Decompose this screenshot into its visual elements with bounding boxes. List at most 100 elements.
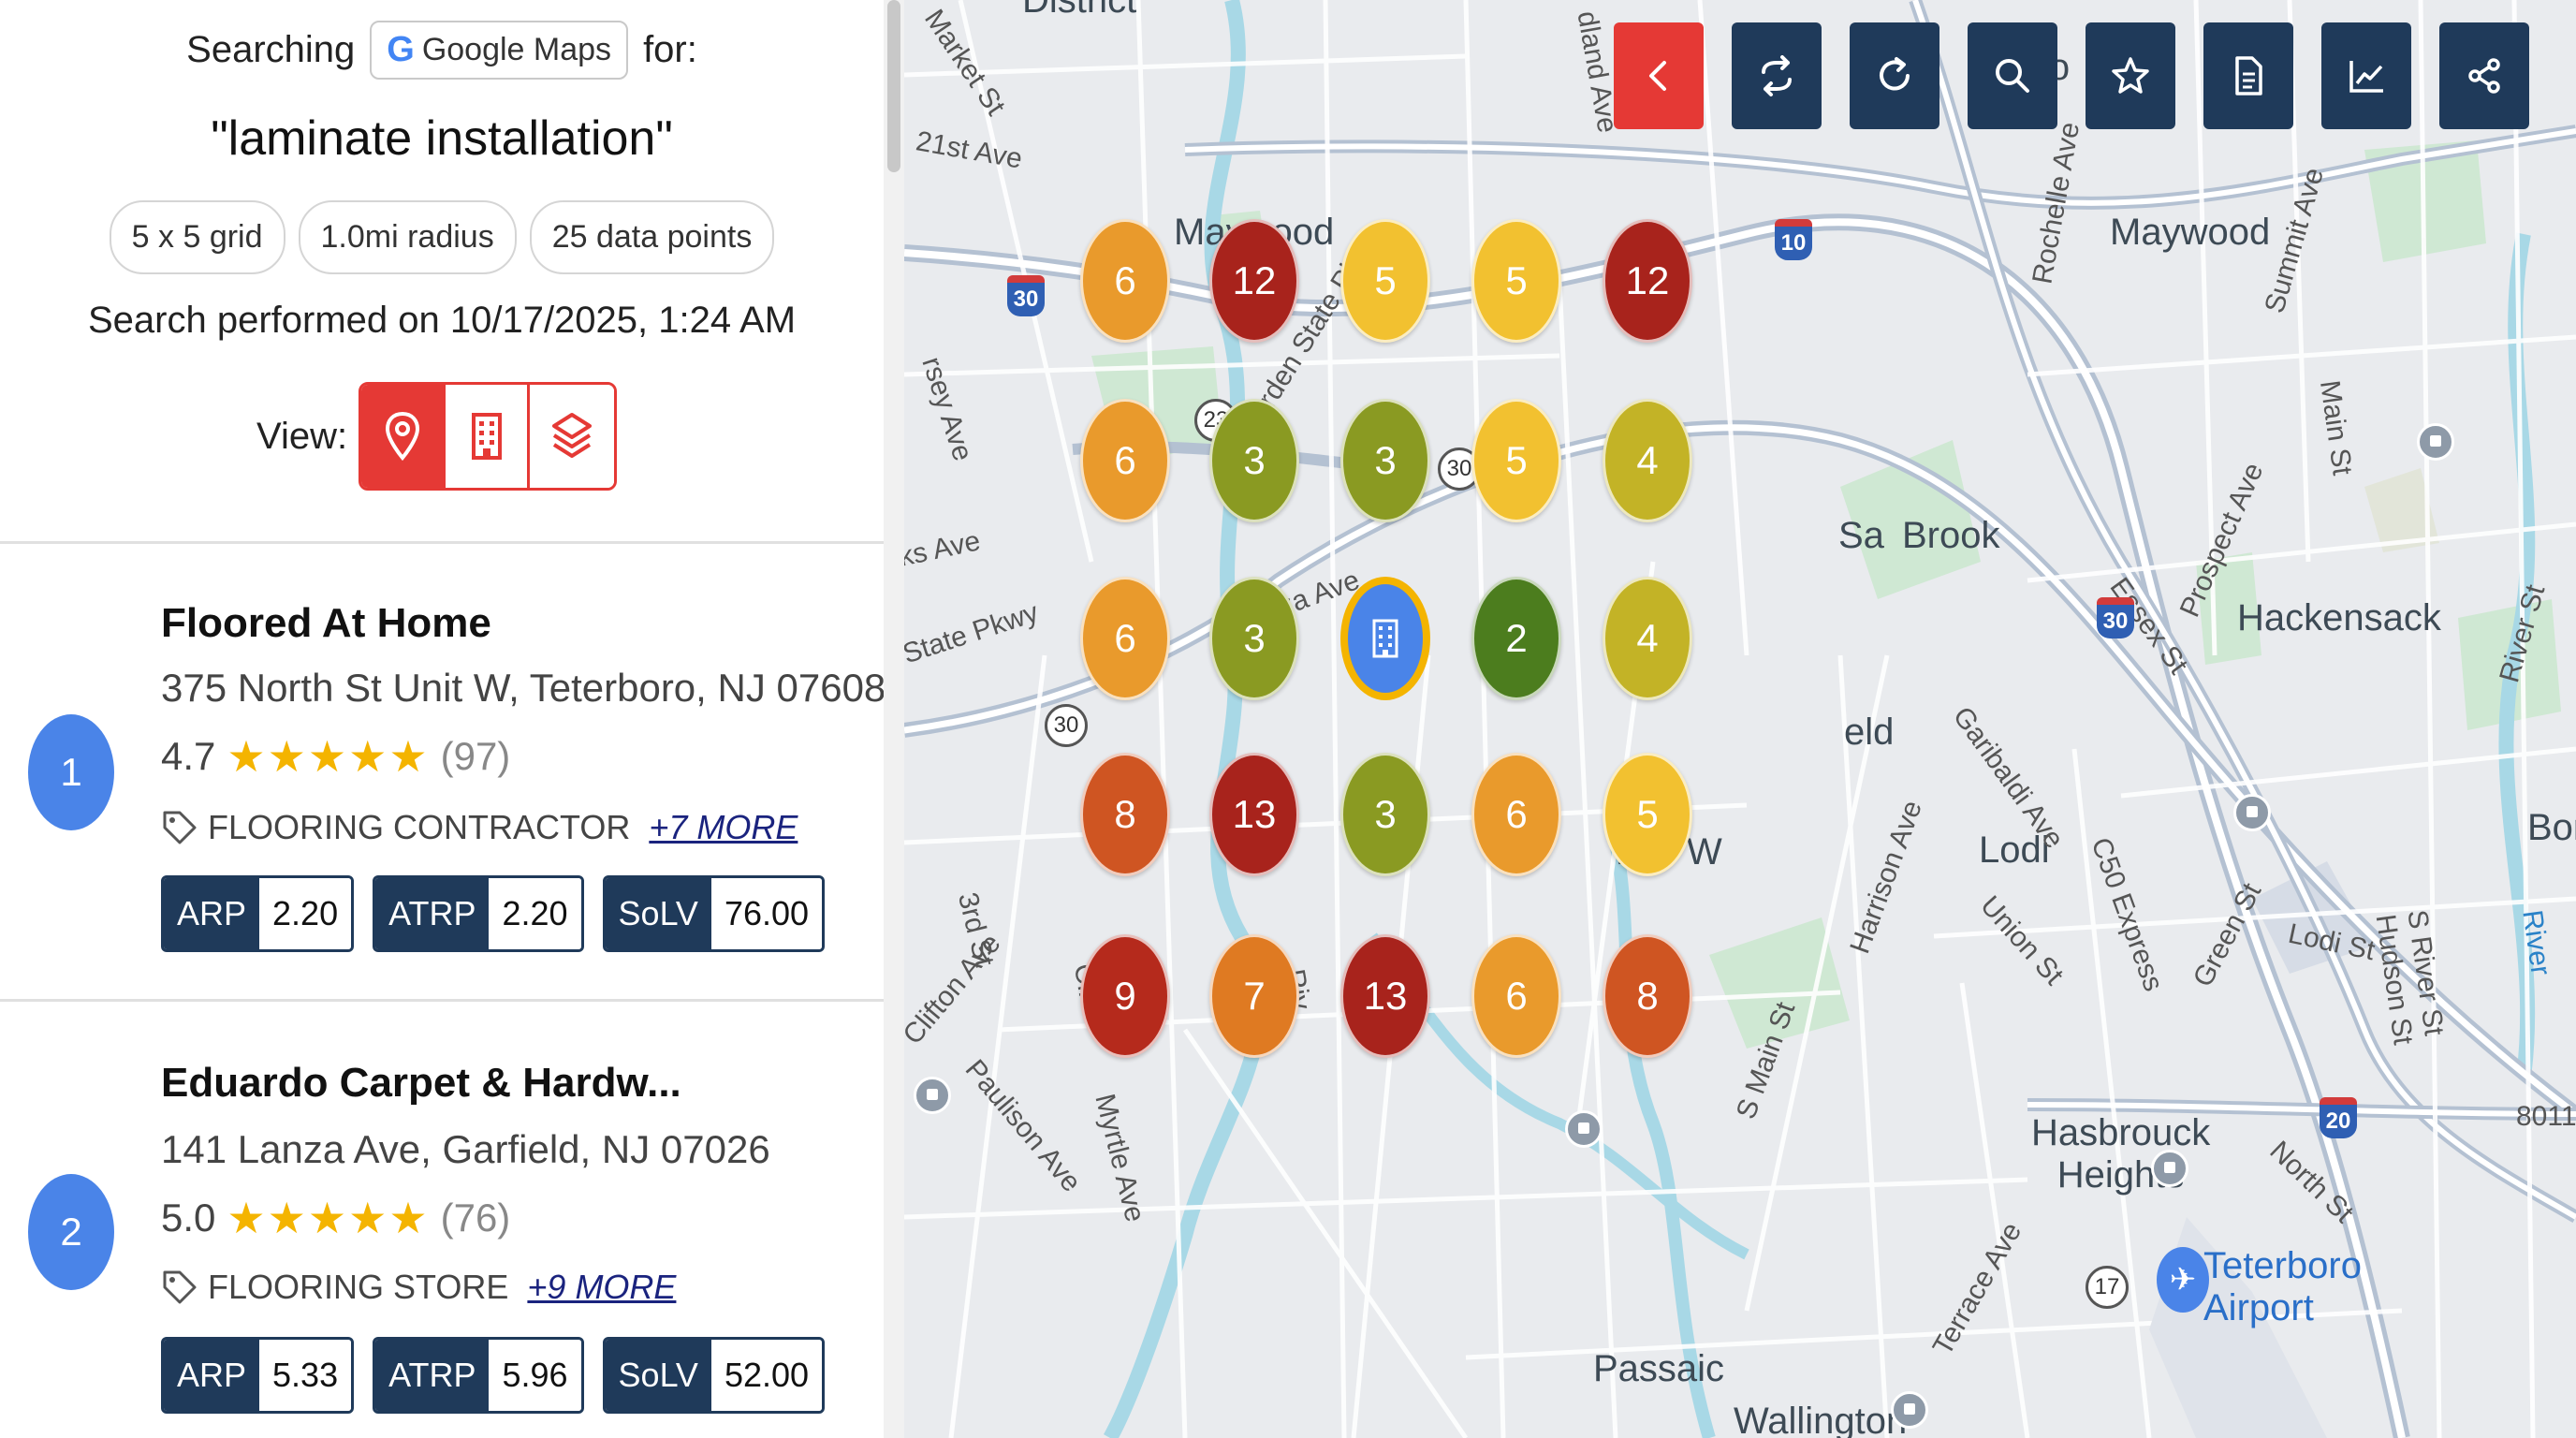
place-label-teterboro-airport: Teterboro Airport bbox=[2203, 1245, 2362, 1328]
swap-icon bbox=[1762, 55, 1792, 96]
results-panel: Searching G Google Maps for: "laminate i… bbox=[0, 0, 884, 1438]
place-label-sa: Sa bbox=[1838, 515, 1884, 556]
rank-pin[interactable]: 4 bbox=[1603, 399, 1692, 522]
rank-pin[interactable]: 6 bbox=[1471, 934, 1561, 1058]
business-name[interactable]: Floored At Home bbox=[161, 600, 491, 647]
more-categories-link[interactable]: +9 MORE bbox=[527, 1268, 676, 1307]
rank-pin[interactable]: 8 bbox=[1080, 753, 1170, 876]
result-card[interactable]: 2 Eduardo Carpet & Hardw... 141 Lanza Av… bbox=[0, 1002, 884, 1438]
map-toolbar bbox=[1614, 22, 2529, 129]
google-g-icon: G bbox=[387, 30, 415, 69]
view-layers-button[interactable] bbox=[530, 385, 615, 488]
interstate-shield: 20 bbox=[2320, 1097, 2357, 1138]
rank-pin[interactable]: 13 bbox=[1340, 934, 1430, 1058]
rank-pin[interactable]: 3 bbox=[1209, 399, 1299, 522]
review-count: (76) bbox=[440, 1196, 511, 1240]
view-map-pin-button[interactable] bbox=[361, 385, 446, 488]
rating-value: 4.7 bbox=[161, 734, 216, 778]
rank-pin[interactable]: 9 bbox=[1080, 934, 1170, 1058]
business-address: 375 North St Unit W, Teterboro, NJ 07608 bbox=[161, 666, 884, 710]
rank-pin[interactable]: 6 bbox=[1471, 753, 1561, 876]
category-row: FLOORING STORE +9 MORE bbox=[161, 1268, 676, 1307]
search-header: Searching G Google Maps for: bbox=[0, 21, 884, 80]
airport-icon: ✈ bbox=[2157, 1247, 2209, 1313]
place-label: District bbox=[1022, 0, 1137, 21]
metric-key: SoLV bbox=[605, 878, 711, 949]
category-label: FLOORING CONTRACTOR bbox=[208, 808, 631, 846]
back-button[interactable] bbox=[1614, 22, 1704, 129]
building-icon bbox=[1372, 619, 1398, 658]
metric-key: ARP bbox=[164, 1340, 260, 1411]
metric-arp: ARP 5.33 bbox=[161, 1337, 355, 1414]
route-shield: 17 bbox=[2086, 1266, 2129, 1309]
rank-pin[interactable]: 12 bbox=[1603, 219, 1692, 343]
engine-label: Google Maps bbox=[421, 32, 612, 67]
share-button[interactable] bbox=[2439, 22, 2529, 129]
report-button[interactable] bbox=[2203, 22, 2293, 129]
refresh-button[interactable] bbox=[1850, 22, 1939, 129]
rank-pin[interactable]: 6 bbox=[1080, 399, 1170, 522]
metric-atrp: ATRP 5.96 bbox=[373, 1337, 584, 1414]
more-categories-link[interactable]: +7 MORE bbox=[649, 808, 798, 847]
share-icon bbox=[2468, 58, 2500, 94]
rank-pin[interactable]: 3 bbox=[1209, 577, 1299, 700]
metric-key: ATRP bbox=[375, 878, 490, 949]
metric-value: 52.00 bbox=[710, 1340, 823, 1411]
bus-stop-icon bbox=[914, 1077, 951, 1114]
search-icon bbox=[1996, 59, 2029, 93]
search-button[interactable] bbox=[1968, 22, 2057, 129]
search-query: "laminate installation" bbox=[211, 111, 673, 166]
star-icon bbox=[2112, 57, 2149, 94]
business-location-pin[interactable] bbox=[1340, 577, 1430, 700]
rank-pin[interactable]: 8 bbox=[1603, 934, 1692, 1058]
google-maps-chip: G Google Maps bbox=[370, 21, 629, 80]
view-building-button[interactable] bbox=[446, 385, 531, 488]
view-button-group bbox=[359, 382, 618, 491]
bus-stop-icon bbox=[1565, 1110, 1603, 1148]
rank-pin[interactable]: 6 bbox=[1080, 577, 1170, 700]
chevron-left-icon bbox=[1649, 61, 1666, 91]
search-prefix: Searching bbox=[186, 29, 356, 70]
metric-value: 2.20 bbox=[259, 878, 352, 949]
rank-pin[interactable]: 13 bbox=[1209, 753, 1299, 876]
bus-stop-icon bbox=[2151, 1150, 2188, 1187]
place-label-wallington: Wallington bbox=[1734, 1401, 1908, 1438]
result-card[interactable]: 1 Floored At Home 375 North St Unit W, T… bbox=[0, 544, 884, 999]
map-pin-icon bbox=[385, 411, 419, 462]
rank-pin[interactable]: 5 bbox=[1471, 219, 1561, 343]
business-name[interactable]: Eduardo Carpet & Hardw... bbox=[161, 1060, 681, 1107]
rank-pin[interactable]: 5 bbox=[1471, 399, 1561, 522]
scrollbar-thumb[interactable] bbox=[887, 0, 900, 172]
rank-pin[interactable]: 6 bbox=[1080, 219, 1170, 343]
view-switcher: View: bbox=[256, 382, 618, 491]
route-shield: 30 bbox=[1045, 704, 1088, 747]
category-row: FLOORING CONTRACTOR +7 MORE bbox=[161, 808, 798, 847]
rank-pin[interactable]: 3 bbox=[1340, 753, 1430, 876]
swap-button[interactable] bbox=[1732, 22, 1822, 129]
rank-pin[interactable]: 12 bbox=[1209, 219, 1299, 343]
rating-row: 5.0 ★★★★★ (76) bbox=[161, 1193, 510, 1243]
rank-badge: 2 bbox=[28, 1174, 114, 1290]
rank-pin[interactable]: 4 bbox=[1603, 577, 1692, 700]
rating-value: 5.0 bbox=[161, 1196, 216, 1240]
review-count: (97) bbox=[440, 734, 511, 778]
metric-key: SoLV bbox=[605, 1340, 711, 1411]
rating-row: 4.7 ★★★★★ (97) bbox=[161, 731, 510, 782]
rank-pin[interactable]: 2 bbox=[1471, 577, 1561, 700]
metric-value: 2.20 bbox=[489, 878, 581, 949]
interstate-shield: 30 bbox=[2097, 597, 2134, 638]
metric-arp: ARP 2.20 bbox=[161, 875, 355, 952]
grid-size-pill: 5 x 5 grid bbox=[109, 200, 285, 274]
favorite-button[interactable] bbox=[2086, 22, 2175, 129]
map-view[interactable]: District Maywood Maywood Hackensack Lodi… bbox=[904, 0, 2576, 1438]
analytics-button[interactable] bbox=[2321, 22, 2411, 129]
rank-pin[interactable]: 5 bbox=[1603, 753, 1692, 876]
place-label-maywood: Maywood bbox=[2110, 212, 2271, 253]
place-label-eld: eld bbox=[1844, 712, 1895, 753]
rank-pin[interactable]: 5 bbox=[1340, 219, 1430, 343]
panel-scrollbar[interactable] bbox=[884, 0, 904, 1438]
rank-pin[interactable]: 3 bbox=[1340, 399, 1430, 522]
rank-badge: 1 bbox=[28, 714, 114, 830]
rank-pin[interactable]: 7 bbox=[1209, 934, 1299, 1058]
interstate-shield: 10 bbox=[1775, 219, 1812, 260]
